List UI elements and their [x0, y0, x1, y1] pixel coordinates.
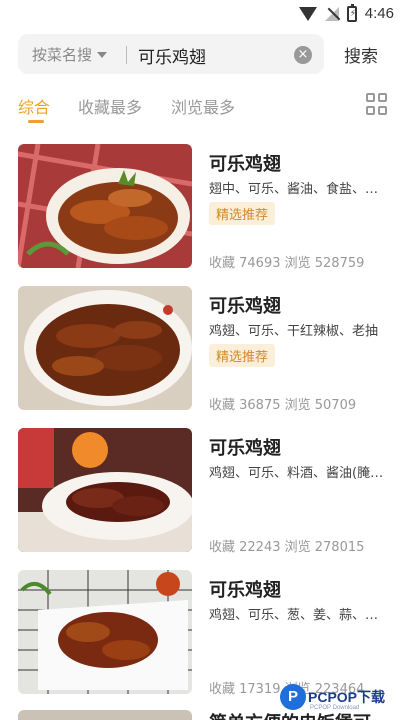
tab-overall[interactable]: 综合	[18, 94, 50, 118]
recipe-thumbnail	[18, 144, 192, 268]
search-mode-dropdown[interactable]: 按菜名搜	[32, 44, 108, 65]
recipe-title: 可乐鸡翅	[209, 296, 281, 317]
search-input[interactable]: 可乐鸡翅	[138, 43, 206, 68]
recipe-thumbnail	[18, 570, 192, 694]
search-box[interactable]: 按菜名搜 可乐鸡翅 ×	[18, 34, 324, 74]
recipe-title: 可乐鸡翅	[209, 580, 281, 601]
recipe-stats: 收藏 22243 浏览 278015	[209, 540, 365, 555]
watermark-logo: P PCPOP下载 PCPOP Download	[280, 684, 400, 716]
recipe-thumbnail	[18, 286, 192, 410]
recipe-thumbnail-partial	[18, 710, 192, 720]
recipe-ingredients: 鸡翅、可乐、料酒、酱油(腌…	[209, 466, 384, 481]
recipe-ingredients: 翅中、可乐、酱油、食盐、…	[209, 182, 379, 197]
status-bar: ⚡ 4:46	[0, 0, 404, 28]
battery-charging-icon: ⚡	[346, 3, 357, 22]
watermark-text: PCPOP下载	[308, 689, 386, 705]
wifi-icon	[298, 6, 317, 21]
recipe-ingredients: 鸡翅、可乐、干红辣椒、老抽	[209, 324, 379, 339]
recipe-stats: 收藏 36875 浏览 50709	[209, 398, 357, 413]
recipe-ingredients: 鸡翅、可乐、葱、姜、蒜、…	[209, 608, 379, 623]
recipe-stats: 收藏 74693 浏览 528759	[209, 256, 365, 271]
search-mode-label: 按菜名搜	[32, 46, 93, 64]
search-bar: 按菜名搜 可乐鸡翅 × 搜索	[0, 28, 404, 84]
grid-view-icon[interactable]	[366, 93, 388, 115]
list-item[interactable]: 可乐鸡翅 翅中、可乐、酱油、食盐、… 精选推荐 收藏 74693 浏览 5287…	[18, 144, 388, 271]
no-signal-icon	[324, 6, 341, 21]
list-item[interactable]: 可乐鸡翅 鸡翅、可乐、料酒、酱油(腌… 收藏 22243 浏览 278015	[18, 428, 388, 555]
sort-tabs: 综合 收藏最多 浏览最多	[18, 90, 388, 126]
clear-icon[interactable]: ×	[294, 46, 312, 64]
active-tab-indicator	[28, 120, 44, 123]
tab-most-viewed[interactable]: 浏览最多	[171, 94, 235, 118]
list-item[interactable]: 可乐鸡翅 鸡翅、可乐、干红辣椒、老抽 精选推荐 收藏 36875 浏览 5070…	[18, 286, 388, 413]
featured-badge: 精选推荐	[209, 344, 276, 367]
status-time: 4:46	[364, 5, 394, 22]
search-button[interactable]: 搜索	[344, 42, 378, 67]
tab-most-favorited[interactable]: 收藏最多	[78, 94, 142, 118]
list-item[interactable]: 可乐鸡翅 鸡翅、可乐、葱、姜、蒜、… 收藏 17319 浏览 223464	[18, 570, 388, 697]
featured-badge: 精选推荐	[209, 202, 276, 225]
status-icons: ⚡ 4:46	[298, 3, 394, 22]
dropdown-caret-icon	[97, 51, 108, 58]
recipe-title: 可乐鸡翅	[209, 438, 281, 459]
search-divider	[126, 46, 127, 64]
recipe-thumbnail	[18, 428, 192, 552]
recipe-title: 可乐鸡翅	[209, 154, 281, 175]
watermark-logo-icon: P	[280, 684, 306, 710]
watermark-subtext: PCPOP Download	[310, 705, 360, 711]
